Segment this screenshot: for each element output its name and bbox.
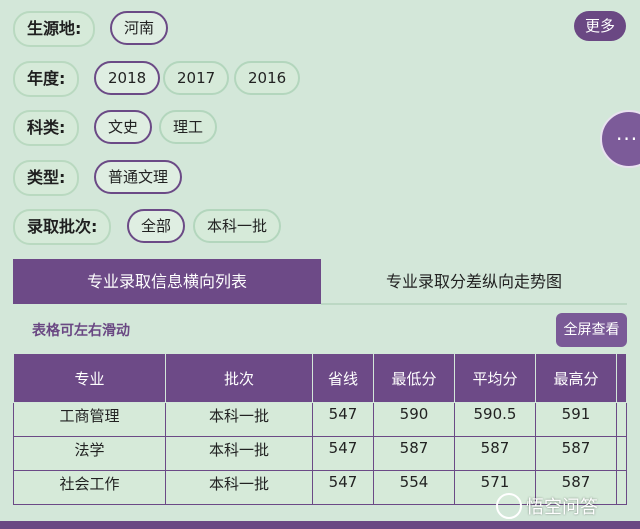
admission-table[interactable]: 专业 批次 省线 最低分 平均分 最高分 工商管理 本科一批 547 590 5… — [13, 353, 627, 505]
cell-batch: 本科一批 — [165, 470, 313, 505]
chip-year-2016[interactable]: 2016 — [234, 61, 301, 95]
cell-major: 法学 — [13, 436, 166, 471]
origin-label: 生源地: — [13, 11, 96, 47]
filter-row-origin: 生源地: 河南 — [0, 9, 640, 49]
cell-avg-score: 590.5 — [454, 402, 536, 437]
chip-subject-science[interactable]: 理工 — [159, 110, 218, 144]
cell-min-score: 554 — [373, 470, 455, 505]
chip-year-2018[interactable]: 2018 — [94, 61, 161, 95]
filter-row-type: 类型: 普通文理 — [0, 158, 640, 198]
chip-subject-arts[interactable]: 文史 — [94, 110, 153, 144]
filter-row-year: 年度: 2018 2017 2016 — [0, 59, 640, 99]
cell-max-score: 591 — [535, 402, 617, 437]
more-button[interactable]: 更多 — [574, 11, 626, 41]
cell-overflow — [616, 402, 627, 437]
table-row[interactable]: 工商管理 本科一批 547 590 590.5 591 — [13, 402, 627, 437]
cell-province-line: 547 — [312, 436, 374, 471]
cell-batch: 本科一批 — [165, 436, 313, 471]
col-header-min-score: 最低分 — [373, 353, 455, 403]
chip-batch-first[interactable]: 本科一批 — [193, 209, 282, 243]
cell-major: 工商管理 — [13, 402, 166, 437]
wukong-logo-icon — [496, 493, 522, 519]
filter-row-batch: 录取批次: 全部 本科一批 — [0, 207, 640, 247]
type-label: 类型: — [13, 160, 80, 196]
cell-batch: 本科一批 — [165, 402, 313, 437]
watermark-text: 悟空问答 — [526, 497, 598, 518]
cell-avg-score: 587 — [454, 436, 536, 471]
cell-province-line: 547 — [312, 402, 374, 437]
batch-label: 录取批次: — [13, 209, 112, 245]
col-header-avg-score: 平均分 — [454, 353, 536, 403]
table-header-row: 专业 批次 省线 最低分 平均分 最高分 — [13, 353, 627, 403]
col-header-province-line: 省线 — [312, 353, 374, 403]
filter-row-subject: 科类: 文史 理工 — [0, 108, 640, 148]
bottom-bar — [0, 521, 640, 529]
cell-major: 社会工作 — [13, 470, 166, 505]
cell-province-line: 547 — [312, 470, 374, 505]
col-header-major: 专业 — [13, 353, 166, 403]
chip-year-2017[interactable]: 2017 — [163, 61, 230, 95]
cell-overflow — [616, 470, 627, 505]
tab-divider — [321, 303, 627, 305]
chip-batch-all[interactable]: 全部 — [127, 209, 186, 243]
cell-min-score: 587 — [373, 436, 455, 471]
col-header-overflow — [616, 353, 627, 403]
col-header-batch: 批次 — [165, 353, 313, 403]
col-header-max-score: 最高分 — [535, 353, 617, 403]
tab-horizontal-list[interactable]: 专业录取信息横向列表 — [13, 259, 321, 304]
fullscreen-button[interactable]: 全屏查看 — [556, 313, 627, 347]
table-row[interactable]: 法学 本科一批 547 587 587 587 — [13, 436, 627, 471]
cell-overflow — [616, 436, 627, 471]
chip-origin-henan[interactable]: 河南 — [110, 11, 169, 45]
watermark: 悟空问答 — [496, 493, 598, 521]
subject-label: 科类: — [13, 110, 80, 146]
year-label: 年度: — [13, 61, 80, 97]
cell-max-score: 587 — [535, 436, 617, 471]
scroll-hint: 表格可左右滑动 — [32, 323, 130, 339]
chip-type-general[interactable]: 普通文理 — [94, 160, 183, 194]
cell-min-score: 590 — [373, 402, 455, 437]
tab-trend-chart[interactable]: 专业录取分差纵向走势图 — [321, 259, 627, 304]
